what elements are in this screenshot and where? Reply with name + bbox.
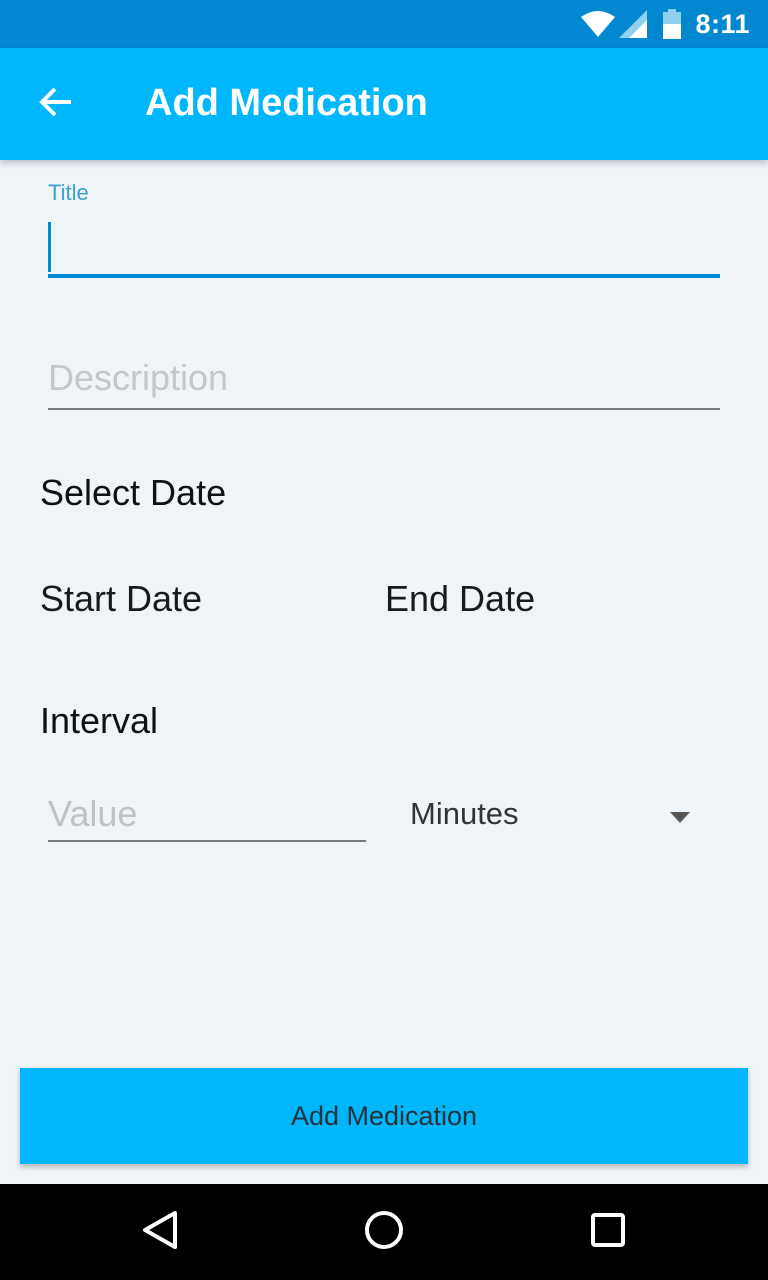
select-date-heading: Select Date xyxy=(40,472,227,513)
title-input[interactable] xyxy=(48,222,720,278)
add-medication-button[interactable]: Add Medication xyxy=(20,1068,748,1164)
interval-heading: Interval xyxy=(40,700,159,741)
home-circle-icon xyxy=(364,1210,404,1255)
clock: 8:11 xyxy=(695,8,750,39)
recents-square-icon xyxy=(591,1212,625,1252)
status-bar: 8:11 xyxy=(0,0,768,48)
unit-selected-value: Minutes xyxy=(410,796,519,831)
start-date-button[interactable]: Start Date xyxy=(40,578,202,620)
wifi-icon xyxy=(581,11,616,37)
nav-home-button[interactable] xyxy=(356,1204,412,1260)
title-label: Title xyxy=(48,180,89,205)
end-date-button[interactable]: End Date xyxy=(385,578,535,620)
dropdown-arrow-icon xyxy=(670,810,690,828)
app-bar: Add Medication xyxy=(0,48,768,160)
description-input[interactable]: Description xyxy=(48,352,720,410)
status-icons: 8:11 xyxy=(581,0,750,48)
arrow-back-icon xyxy=(39,87,73,122)
nav-back-button[interactable] xyxy=(132,1204,188,1260)
back-button[interactable] xyxy=(22,70,90,138)
interval-value-input[interactable]: Value xyxy=(48,790,366,842)
interval-unit-select[interactable]: Minutes xyxy=(410,790,710,840)
battery-icon xyxy=(663,9,682,39)
text-cursor xyxy=(48,222,51,272)
back-triangle-icon xyxy=(142,1210,178,1254)
nav-bar xyxy=(0,1184,768,1280)
signal-icon xyxy=(619,10,648,38)
page-title: Add Medication xyxy=(145,82,428,124)
nav-recents-button[interactable] xyxy=(580,1204,636,1260)
